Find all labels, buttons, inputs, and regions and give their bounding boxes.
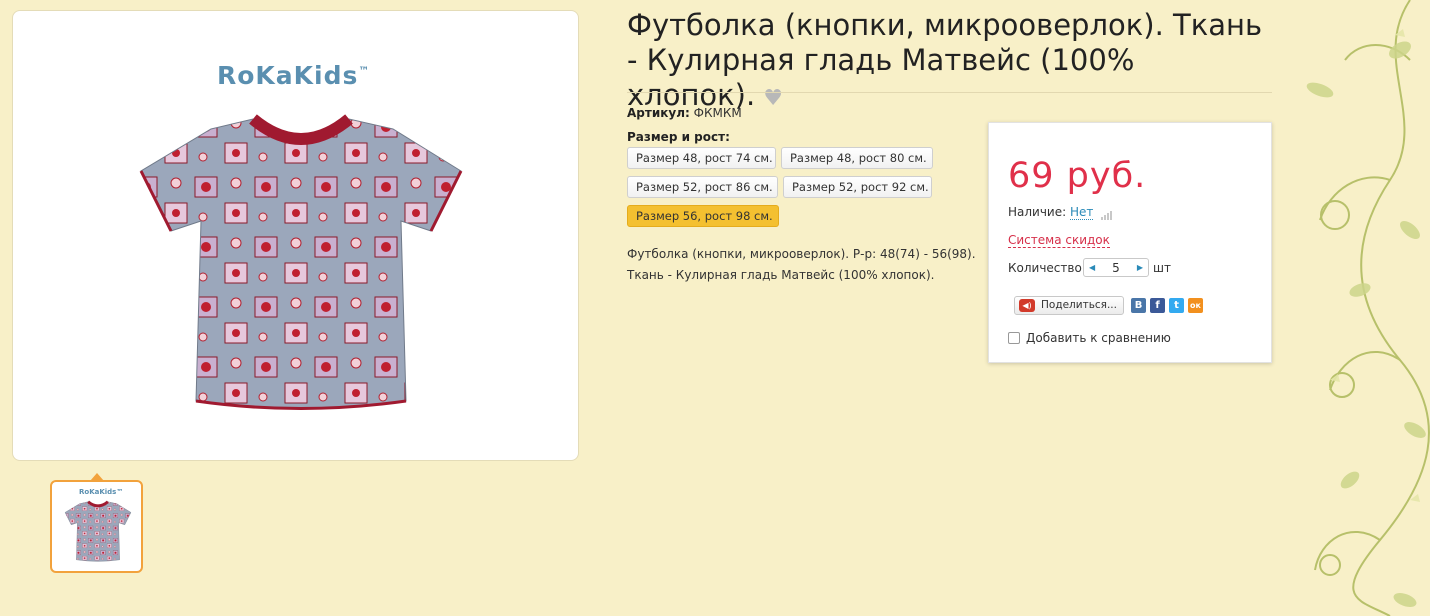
share-label: Поделиться... bbox=[1041, 299, 1117, 311]
tshirt-thumbnail-image bbox=[64, 500, 132, 562]
odnoklassniki-icon[interactable]: ок bbox=[1188, 298, 1203, 313]
size-option-48-80[interactable]: Размер 48, рост 80 см. bbox=[781, 147, 933, 169]
size-option-56-98[interactable]: Размер 56, рост 98 см. bbox=[627, 205, 779, 227]
quantity-value[interactable]: 5 bbox=[1112, 261, 1120, 275]
description-line-2: Ткань - Кулирная гладь Матвейс (100% хло… bbox=[627, 268, 935, 282]
product-title: Футболка (кнопки, микрооверлок). Ткань -… bbox=[627, 8, 1263, 112]
description-line-1: Футболка (кнопки, микрооверлок). Р-р: 48… bbox=[627, 247, 976, 261]
thumbnail-brand: RoKaKids™ bbox=[79, 488, 124, 496]
sizes-label: Размер и рост: bbox=[627, 130, 730, 144]
quantity-unit: шт bbox=[1153, 261, 1171, 275]
buy-box: 69 руб. Наличие: Нет Система скидок Коли… bbox=[988, 122, 1272, 363]
title-divider bbox=[627, 92, 1272, 93]
share-button[interactable]: ◀) Поделиться... bbox=[1014, 296, 1124, 315]
size-option-48-74[interactable]: Размер 48, рост 74 см. bbox=[627, 147, 776, 169]
stock-label: Наличие: bbox=[1008, 205, 1067, 219]
add-to-compare[interactable]: Добавить к сравнению bbox=[1008, 331, 1171, 345]
sku-value: ФКМКМ bbox=[693, 106, 742, 120]
stock-status: Наличие: Нет bbox=[1008, 205, 1113, 220]
compare-label: Добавить к сравнению bbox=[1026, 331, 1171, 345]
floral-decoration bbox=[1306, 0, 1430, 616]
product-thumbnail[interactable]: RoKaKids™ bbox=[50, 480, 143, 573]
chevron-left-icon[interactable]: ◀ bbox=[1089, 263, 1095, 272]
heart-icon[interactable]: ♥ bbox=[763, 86, 783, 111]
discount-system-link[interactable]: Система скидок bbox=[1008, 233, 1110, 248]
price: 69 руб. bbox=[1008, 156, 1147, 196]
quantity-label: Количество: bbox=[1008, 261, 1086, 275]
tshirt-image bbox=[139, 114, 463, 410]
facebook-icon[interactable]: f bbox=[1150, 298, 1165, 313]
compare-checkbox[interactable] bbox=[1008, 332, 1020, 344]
brand-logo: RoKaKids™ bbox=[217, 61, 371, 90]
quantity-stepper[interactable]: ◀ 5 ▶ bbox=[1083, 258, 1149, 277]
product-description: Футболка (кнопки, микрооверлок). Р-р: 48… bbox=[627, 244, 977, 286]
twitter-icon[interactable]: t bbox=[1169, 298, 1184, 313]
stock-value[interactable]: Нет bbox=[1070, 205, 1094, 220]
vkontakte-icon[interactable]: В bbox=[1131, 298, 1146, 313]
chevron-right-icon[interactable]: ▶ bbox=[1137, 263, 1143, 272]
size-option-52-86[interactable]: Размер 52, рост 86 см. bbox=[627, 176, 778, 198]
size-option-52-92[interactable]: Размер 52, рост 92 см. bbox=[783, 176, 932, 198]
sku-label: Артикул: bbox=[627, 106, 690, 120]
product-main-image[interactable]: RoKaKids™ bbox=[12, 10, 579, 461]
share-icon: ◀) bbox=[1019, 299, 1035, 312]
signal-bars-icon bbox=[1101, 206, 1113, 220]
product-sku: Артикул: ФКМКМ bbox=[627, 106, 742, 120]
